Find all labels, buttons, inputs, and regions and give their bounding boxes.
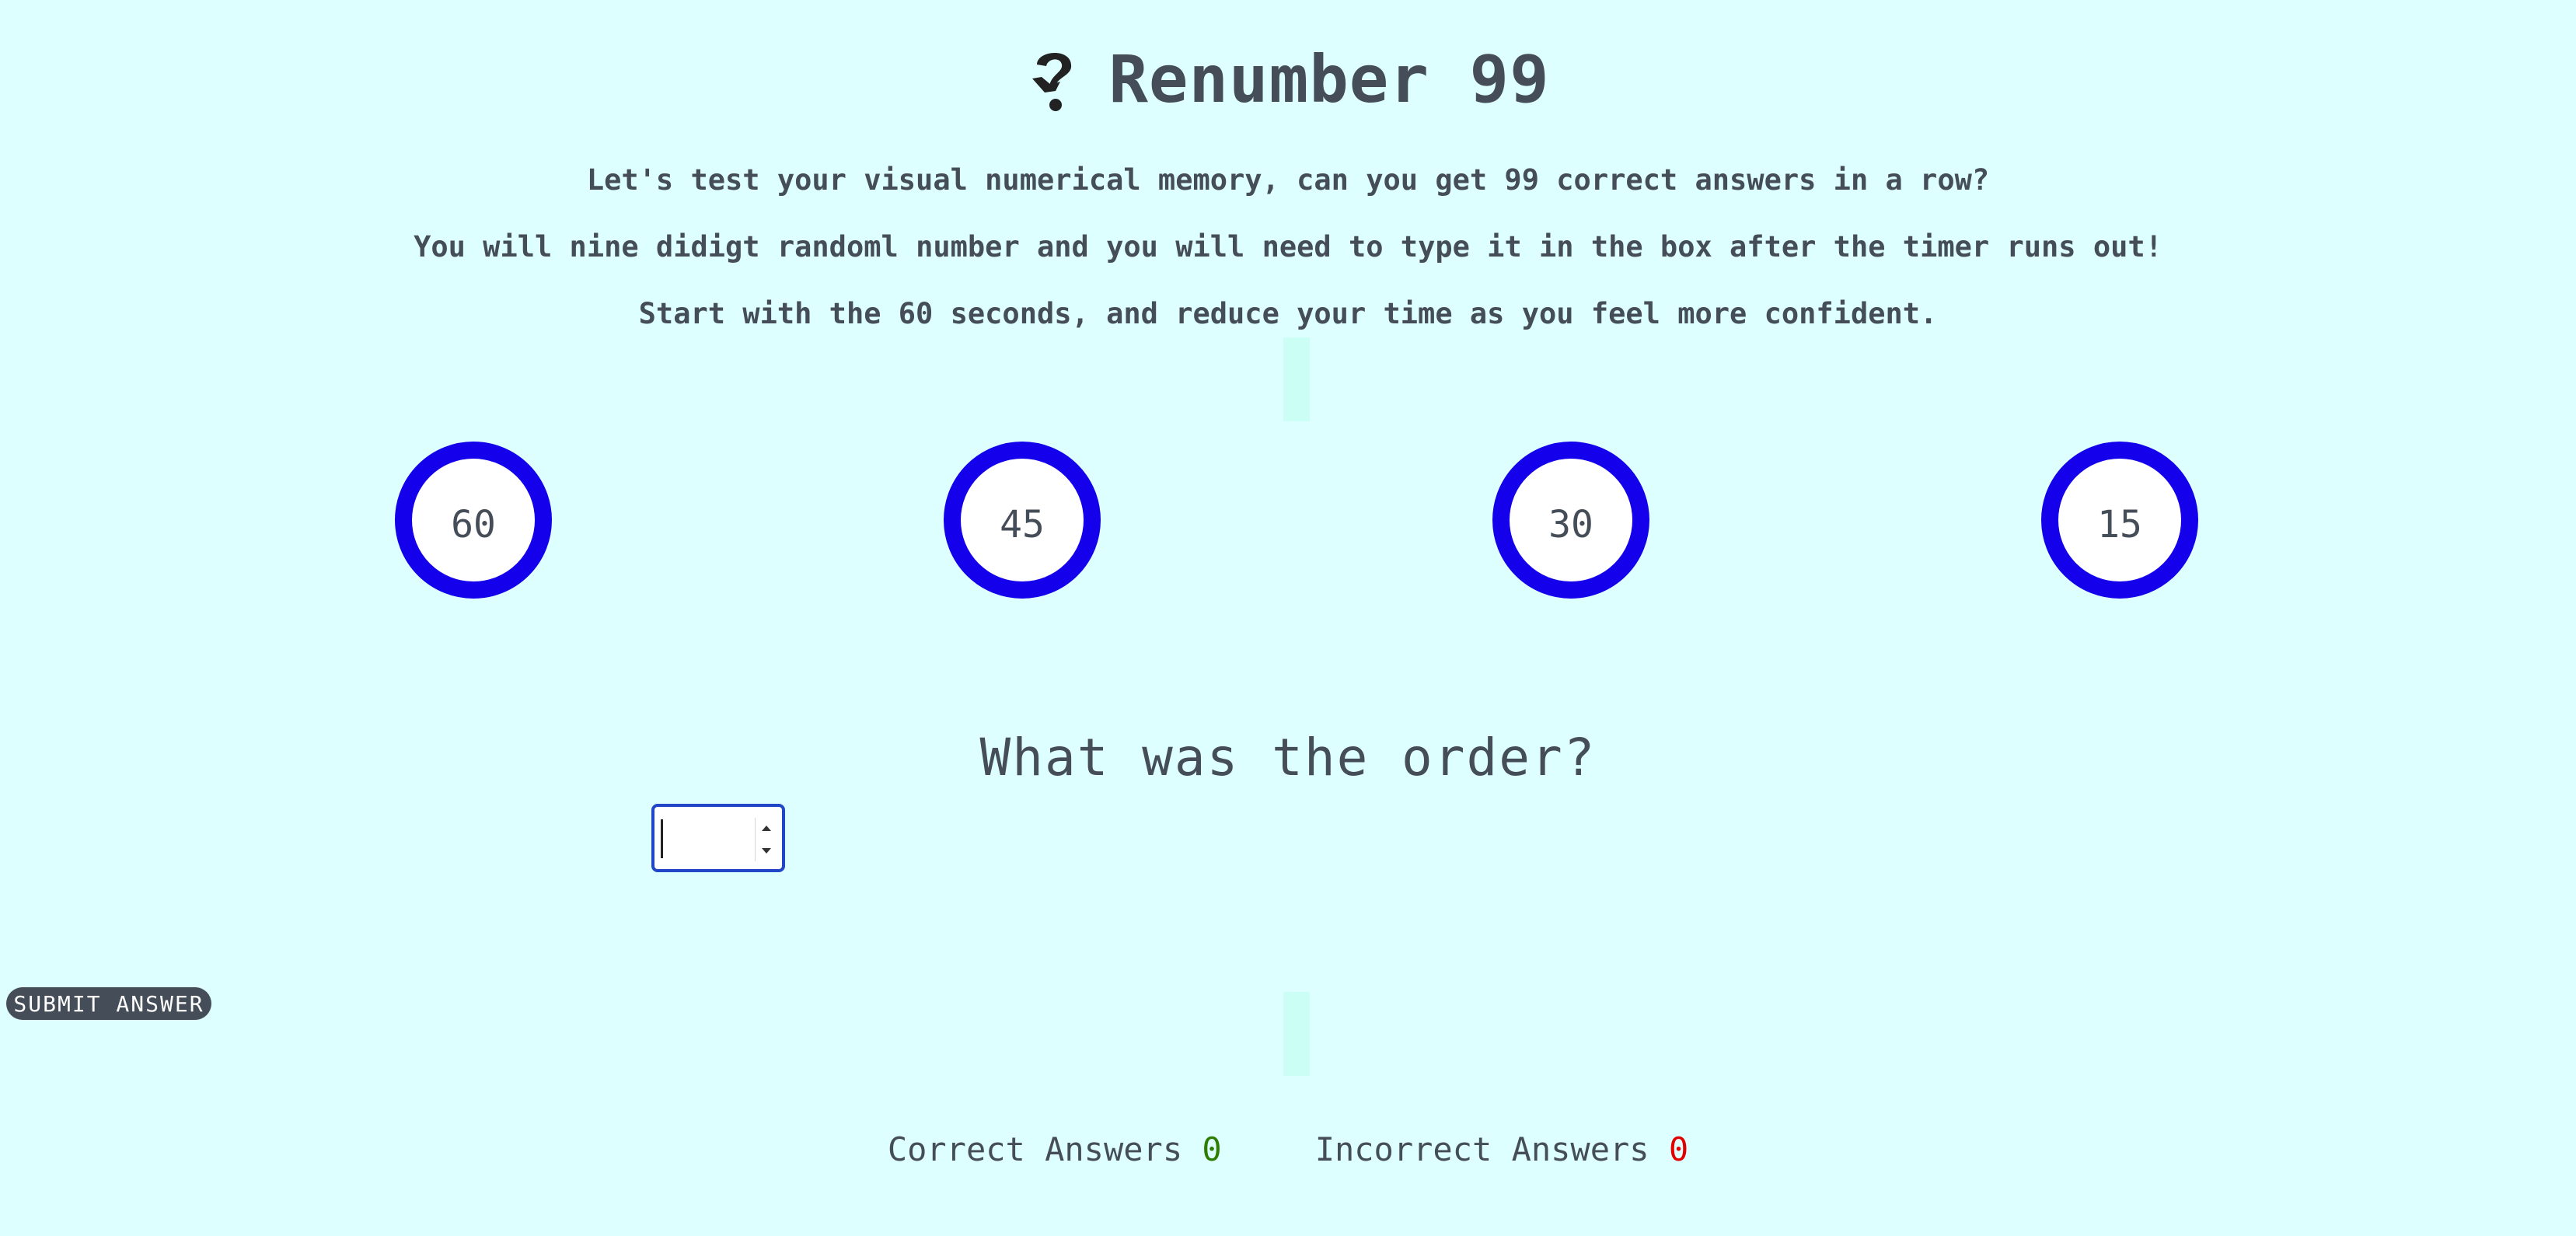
- decrement-button[interactable]: [756, 841, 777, 861]
- intro-line-2: You will nine didigt randoml number and …: [414, 230, 2162, 264]
- page-header: Renumber 99: [0, 33, 2576, 126]
- timer-45-button[interactable]: 45: [944, 442, 1101, 599]
- incorrect-answers-count: 0: [1668, 1130, 1689, 1168]
- submit-answer-button[interactable]: SUBMIT ANSWER: [6, 987, 211, 1020]
- correct-answers-score: Correct Answers 0: [888, 1130, 1222, 1168]
- correct-answers-count: 0: [1202, 1130, 1222, 1168]
- increment-button[interactable]: [756, 818, 777, 838]
- question-mark-icon: [1032, 52, 1072, 111]
- timer-options: 60 45 30 15: [0, 442, 2576, 599]
- timer-15-button[interactable]: 15: [2041, 442, 2198, 599]
- intro-line-3: Start with the 60 seconds, and reduce yo…: [638, 297, 1938, 330]
- divider-bottom: [1283, 992, 1310, 1076]
- question-heading: What was the order?: [979, 728, 1597, 787]
- timer-30-button[interactable]: 30: [1492, 442, 1649, 599]
- text-caret: [661, 819, 663, 858]
- timer-45-label: 45: [1000, 503, 1045, 546]
- divider-top: [1283, 337, 1310, 421]
- timer-60-label: 60: [451, 503, 496, 546]
- answer-number-field[interactable]: [651, 804, 785, 872]
- answer-input[interactable]: [658, 812, 751, 864]
- number-stepper[interactable]: [755, 818, 777, 861]
- chevron-down-icon: [762, 848, 771, 854]
- timer-15-label: 15: [2097, 503, 2142, 546]
- page-title: Renumber 99: [1108, 41, 1550, 117]
- incorrect-answers-label: Incorrect Answers: [1314, 1130, 1649, 1168]
- timer-30-label: 30: [1548, 503, 1593, 546]
- incorrect-answers-score: Incorrect Answers 0: [1315, 1130, 1688, 1168]
- correct-answers-label: Correct Answers: [887, 1130, 1183, 1168]
- score-board: Correct Answers 0 Incorrect Answers 0: [0, 1126, 2576, 1172]
- intro-line-1: Let's test your visual numerical memory,…: [586, 163, 1990, 197]
- chevron-up-icon: [762, 826, 771, 831]
- timer-60-button[interactable]: 60: [395, 442, 552, 599]
